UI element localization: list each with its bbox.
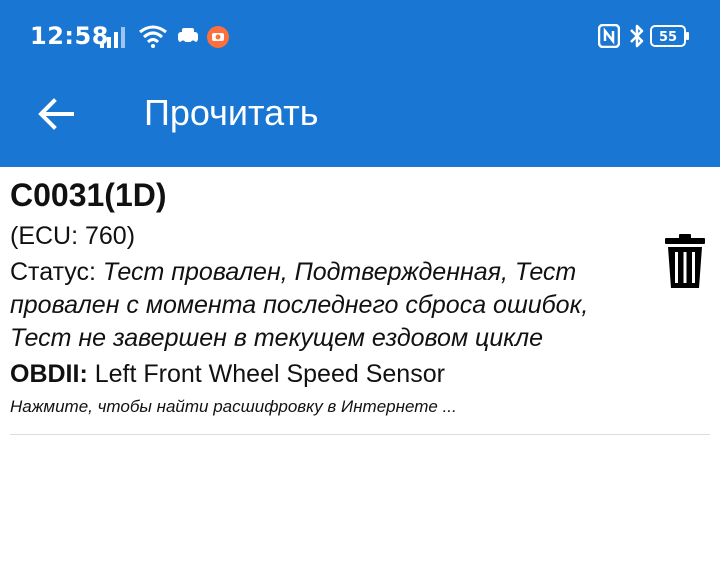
dtc-code: C0031(1D) <box>10 177 167 213</box>
search-online-link[interactable]: Нажмите, чтобы найти расшифровку в Интер… <box>10 397 710 417</box>
dtc-obd-label: OBDII: <box>10 360 88 388</box>
signal-icon <box>100 27 125 48</box>
page-title: Прочитать <box>144 92 319 133</box>
wifi-icon <box>139 25 167 48</box>
battery-level: 55 <box>659 30 677 45</box>
status-time: 12:58 <box>30 22 109 50</box>
app-bar: Прочитать <box>0 72 720 167</box>
nfc-icon <box>598 24 620 48</box>
trash-icon[interactable] <box>664 234 706 288</box>
dtc-obd: OBDII: Left Front Wheel Speed Sensor <box>10 357 710 391</box>
arrow-left-icon[interactable] <box>34 92 78 136</box>
bluetooth-icon <box>630 24 644 48</box>
battery-icon: 55 <box>650 25 689 47</box>
dtc-status-label: Статус: <box>10 258 103 286</box>
dtc-obd-value: Left Front Wheel Speed Sensor <box>87 360 445 388</box>
camera-app-icon <box>207 26 229 48</box>
dtc-list-item[interactable]: C0031(1D) (ECU: 760) Статус: Тест провал… <box>10 172 710 417</box>
divider <box>10 434 710 435</box>
car-app-icon <box>178 28 198 46</box>
dtc-ecu: (ECU: 760) <box>10 222 136 250</box>
dtc-status: Статус: Тест провален, Подтвержденная, Т… <box>10 256 650 355</box>
status-bar: 12:58 55 <box>0 0 720 72</box>
